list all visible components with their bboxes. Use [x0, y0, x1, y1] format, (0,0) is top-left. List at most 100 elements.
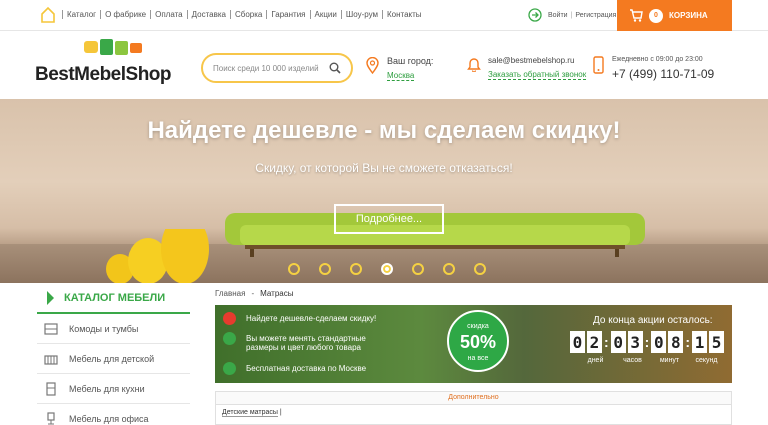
breadcrumb-home[interactable]: Главная: [215, 289, 245, 298]
register-link[interactable]: Регистрация: [575, 12, 616, 19]
timer-label-seconds: секунд: [695, 357, 718, 364]
header: BestMebelShop Поиск среди 10 000 изделий…: [0, 31, 768, 99]
badge-value: 50%: [459, 332, 497, 352]
kitchen-cabinet-icon: [46, 381, 56, 396]
hero-banner: Найдете дешевле - мы сделаем скидку! Ски…: [0, 99, 768, 283]
slider-dot[interactable]: [288, 263, 300, 275]
timer-colon: :: [644, 334, 650, 350]
promo-banner[interactable]: Найдете дешевле-сделаем скидку! Вы может…: [215, 305, 732, 383]
triangle-right-icon: [47, 290, 54, 305]
cart-icon: [630, 9, 643, 22]
nav-item-promotions[interactable]: Акции: [309, 10, 341, 19]
slider-dot[interactable]: [474, 263, 486, 275]
sidebar-item-dressers[interactable]: Комоды и тумбы: [37, 314, 190, 344]
subcategory-separator: |: [279, 409, 282, 416]
login-area: Войти | Регистрация: [528, 8, 616, 22]
location-pin-icon: [366, 57, 379, 74]
working-hours: Ежедневно с 09:00 до 23:00: [612, 56, 703, 63]
sidebar-item-label: Мебель для офиса: [69, 413, 149, 424]
top-nav: Каталог О фабрике Оплата Доставка Сборка…: [62, 10, 426, 19]
login-separator: |: [570, 11, 573, 19]
search-placeholder: Поиск среди 10 000 изделий: [213, 63, 319, 73]
promo-line: размеры и цвет любого товара: [246, 343, 361, 352]
slider-dot[interactable]: [350, 263, 362, 275]
subcategory-link[interactable]: Детские матрасы: [222, 409, 278, 417]
city-value-link[interactable]: Москва: [387, 71, 415, 81]
sidebar-item-label: Комоды и тумбы: [69, 323, 139, 334]
phone-number[interactable]: +7 (499) 110-71-09: [612, 67, 714, 81]
countdown-timer: 0 2 : 0 3 : 0 8 : 1 5: [570, 331, 726, 353]
timer-digit: 0: [651, 331, 667, 353]
promo-line-text: Найдете дешевле-сделаем скидку!: [246, 314, 377, 323]
login-icon[interactable]: [528, 8, 542, 22]
slider-dot[interactable]: [443, 263, 455, 275]
timer-digit: 1: [692, 331, 708, 353]
logo-icon: [84, 39, 142, 55]
catalog-title: КАТАЛОГ МЕБЕЛИ: [64, 291, 166, 304]
warning-icon: [223, 312, 236, 325]
timer-labels: дней часов минут секунд: [577, 357, 725, 364]
promo-line: Бесплатная доставка по Москве: [223, 362, 366, 375]
resize-icon: [223, 332, 236, 345]
badge-top: скидка: [467, 323, 489, 330]
timer-colon: :: [685, 334, 691, 350]
timer-digit: 8: [668, 331, 684, 353]
badge-bottom: на все: [467, 355, 489, 362]
catalog-sidebar: КАТАЛОГ МЕБЕЛИ Комоды и тумбы Мебель для…: [37, 283, 190, 425]
phone-icon: [593, 56, 604, 74]
login-link[interactable]: Войти: [548, 12, 568, 19]
breadcrumb: Главная - Матрасы: [215, 289, 293, 298]
dresser-icon: [44, 322, 58, 335]
slider-dots: [288, 263, 486, 275]
timer-digit: 3: [627, 331, 643, 353]
discount-badge: скидка 50% на все: [447, 310, 509, 372]
yellow-vases-image: [106, 229, 209, 283]
breadcrumb-current: Матрасы: [260, 289, 294, 298]
crib-icon: [44, 354, 58, 365]
sidebar-item-label: Мебель для детской: [69, 353, 155, 364]
timer-colon: :: [604, 334, 609, 350]
top-bar: Каталог О фабрике Оплата Доставка Сборка…: [0, 0, 768, 31]
logo-furniture-icons: [82, 37, 144, 59]
slider-dot[interactable]: [319, 263, 331, 275]
sidebar-item-kitchen[interactable]: Мебель для кухни: [37, 374, 190, 404]
search-input[interactable]: Поиск среди 10 000 изделий: [201, 53, 353, 83]
nav-item-showroom[interactable]: Шоу-рум: [340, 10, 382, 19]
promo-line-text: размеры и цвет любого товара: [246, 343, 361, 352]
nav-item-catalog[interactable]: Каталог: [62, 10, 100, 19]
timer-title: До конца акции осталось:: [593, 315, 713, 326]
timer-digit: 0: [570, 331, 585, 353]
site-logo[interactable]: BestMebelShop: [35, 64, 172, 86]
banner-more-button[interactable]: Подробнее...: [334, 204, 444, 234]
catalog-header[interactable]: КАТАЛОГ МЕБЕЛИ: [37, 283, 190, 314]
slider-dot[interactable]: [412, 263, 424, 275]
extra-section-header[interactable]: Дополнительно: [215, 391, 732, 405]
office-chair-icon: [47, 411, 55, 424]
sidebar-item-office[interactable]: Мебель для офиса: [37, 404, 190, 425]
nav-item-assembly[interactable]: Сборка: [230, 10, 266, 19]
search-icon[interactable]: [329, 62, 341, 74]
banner-title: Найдете дешевле - мы сделаем скидку!: [147, 117, 621, 144]
nav-item-contacts[interactable]: Контакты: [382, 10, 426, 19]
cart-button[interactable]: 0 КОРЗИНА: [617, 0, 732, 31]
bell-icon: [467, 58, 481, 72]
slider-dot-active[interactable]: [381, 263, 393, 275]
sidebar-item-label: Мебель для кухни: [69, 383, 145, 394]
cart-label: КОРЗИНА: [669, 11, 708, 20]
nav-item-payment[interactable]: Оплата: [150, 10, 187, 19]
home-icon[interactable]: [40, 6, 56, 23]
nav-item-factory[interactable]: О фабрике: [100, 10, 150, 19]
timer-digit: 5: [709, 331, 725, 353]
timer-label-days: дней: [587, 357, 604, 364]
email-link[interactable]: sale@bestmebelshop.ru: [488, 56, 574, 65]
truck-icon: [223, 362, 236, 375]
sidebar-item-kids[interactable]: Мебель для детской: [37, 344, 190, 374]
nav-item-delivery[interactable]: Доставка: [186, 10, 230, 19]
nav-item-warranty[interactable]: Гарантия: [266, 10, 309, 19]
city-label: Ваш город:: [387, 56, 434, 66]
cart-count-badge: 0: [649, 8, 663, 23]
timer-label-minutes: минут: [659, 357, 680, 364]
promo-line: Найдете дешевле-сделаем скидку!: [223, 312, 376, 325]
timer-digit: 2: [587, 331, 602, 353]
callback-request-link[interactable]: Заказать обратный звонок: [488, 70, 587, 80]
